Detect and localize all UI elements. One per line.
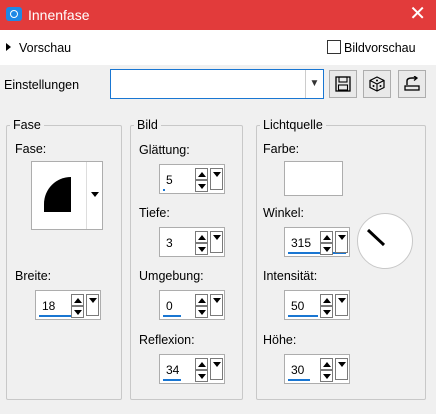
hoehe-dropdown-arrow[interactable] [335, 358, 348, 380]
tiefe-spinner[interactable]: 3 [159, 227, 225, 257]
intensitaet-down-arrow[interactable] [320, 306, 333, 318]
intensitaet-label: Intensität: [263, 269, 318, 283]
farbe-label: Farbe: [263, 142, 300, 156]
breite-label: Breite: [15, 269, 52, 283]
reflexion-spinner[interactable]: 34 [159, 354, 225, 384]
bevel-dropdown-arrow[interactable] [86, 162, 102, 229]
reflexion-label: Reflexion: [139, 333, 195, 347]
hoehe-up-arrow[interactable] [320, 358, 333, 370]
umgebung-up-arrow[interactable] [195, 294, 208, 306]
hoehe-slider-bar[interactable] [288, 379, 310, 381]
randomize-button[interactable] [363, 70, 391, 98]
glaettung-value[interactable]: 5 [166, 173, 173, 187]
intensitaet-spinner[interactable]: 50 [284, 290, 350, 320]
settings-row: Einstellungen ▼ [0, 65, 436, 105]
winkel-value[interactable]: 315 [291, 236, 311, 250]
reset-button[interactable] [398, 70, 426, 98]
title-bar: Innenfase ✕ [0, 0, 436, 30]
umgebung-label: Umgebung: [139, 269, 204, 283]
bildvorschau-checkbox[interactable] [327, 40, 341, 54]
chevron-down-icon[interactable]: ▼ [305, 70, 323, 98]
glaettung-slider-bar[interactable] [163, 189, 165, 191]
reset-icon [404, 76, 420, 91]
einstellungen-combo[interactable]: ▼ [110, 69, 324, 99]
breite-value[interactable]: 18 [42, 299, 55, 313]
winkel-up-arrow[interactable] [320, 231, 333, 243]
winkel-dropdown-arrow[interactable] [335, 231, 348, 253]
bild-legend: Bild [137, 118, 158, 132]
hoehe-label: Höhe: [263, 333, 297, 347]
winkel-down-arrow[interactable] [320, 243, 333, 255]
hoehe-spinner[interactable]: 30 [284, 354, 350, 384]
breite-dropdown-arrow[interactable] [86, 294, 99, 316]
save-preset-button[interactable] [329, 70, 357, 98]
light-color-swatch[interactable] [284, 161, 343, 196]
dice-icon [369, 76, 385, 92]
winkel-label: Winkel: [263, 206, 304, 220]
breite-slider-bar[interactable] [39, 315, 73, 317]
tiefe-dropdown-arrow[interactable] [210, 231, 223, 253]
umgebung-slider-bar[interactable] [163, 315, 181, 317]
glaettung-dropdown-arrow[interactable] [210, 168, 223, 190]
umgebung-dropdown-arrow[interactable] [210, 294, 223, 316]
intensitaet-value[interactable]: 50 [291, 299, 304, 313]
winkel-spinner[interactable]: 315 [284, 227, 350, 257]
intensitaet-up-arrow[interactable] [320, 294, 333, 306]
tiefe-down-arrow[interactable] [195, 243, 208, 255]
glaettung-down-arrow[interactable] [195, 180, 208, 192]
bevel-shape-picker[interactable] [31, 161, 103, 230]
lichtquelle-legend: Lichtquelle [263, 118, 323, 132]
intensitaet-slider-bar[interactable] [288, 315, 318, 317]
fase-legend: Fase [13, 118, 41, 132]
camera-app-icon [6, 7, 22, 21]
glaettung-label: Glättung: [139, 143, 190, 157]
reflexion-value[interactable]: 34 [166, 363, 179, 377]
breite-up-arrow[interactable] [71, 294, 84, 306]
umgebung-spinner[interactable]: 0 [159, 290, 225, 320]
bevel-shape-icon [44, 177, 71, 212]
hoehe-value[interactable]: 30 [291, 363, 304, 377]
reflexion-down-arrow[interactable] [195, 370, 208, 382]
tiefe-label: Tiefe: [139, 206, 170, 220]
tiefe-value[interactable]: 3 [166, 236, 173, 250]
window-title: Innenfase [28, 7, 90, 23]
expand-triangle-icon[interactable] [6, 43, 11, 51]
umgebung-value[interactable]: 0 [166, 299, 173, 313]
reflexion-dropdown-arrow[interactable] [210, 358, 223, 380]
reflexion-up-arrow[interactable] [195, 358, 208, 370]
angle-dial[interactable] [357, 213, 413, 269]
intensitaet-dropdown-arrow[interactable] [335, 294, 348, 316]
hoehe-down-arrow[interactable] [320, 370, 333, 382]
angle-needle-icon [366, 228, 386, 247]
glaettung-up-arrow[interactable] [195, 168, 208, 180]
reflexion-slider-bar[interactable] [163, 379, 181, 381]
tiefe-up-arrow[interactable] [195, 231, 208, 243]
einstellungen-label: Einstellungen [4, 78, 80, 92]
floppy-disk-icon [335, 76, 351, 92]
fase-label: Fase: [15, 142, 47, 156]
breite-spinner[interactable]: 18 [35, 290, 101, 320]
bildvorschau-label[interactable]: Bildvorschau [344, 41, 416, 55]
vorschau-toggle[interactable]: Vorschau [19, 41, 71, 55]
close-icon[interactable]: ✕ [409, 4, 426, 24]
glaettung-spinner[interactable]: 5 [159, 164, 225, 194]
preview-bar: Vorschau Bildvorschau [0, 30, 436, 65]
umgebung-down-arrow[interactable] [195, 306, 208, 318]
breite-down-arrow[interactable] [71, 306, 84, 318]
